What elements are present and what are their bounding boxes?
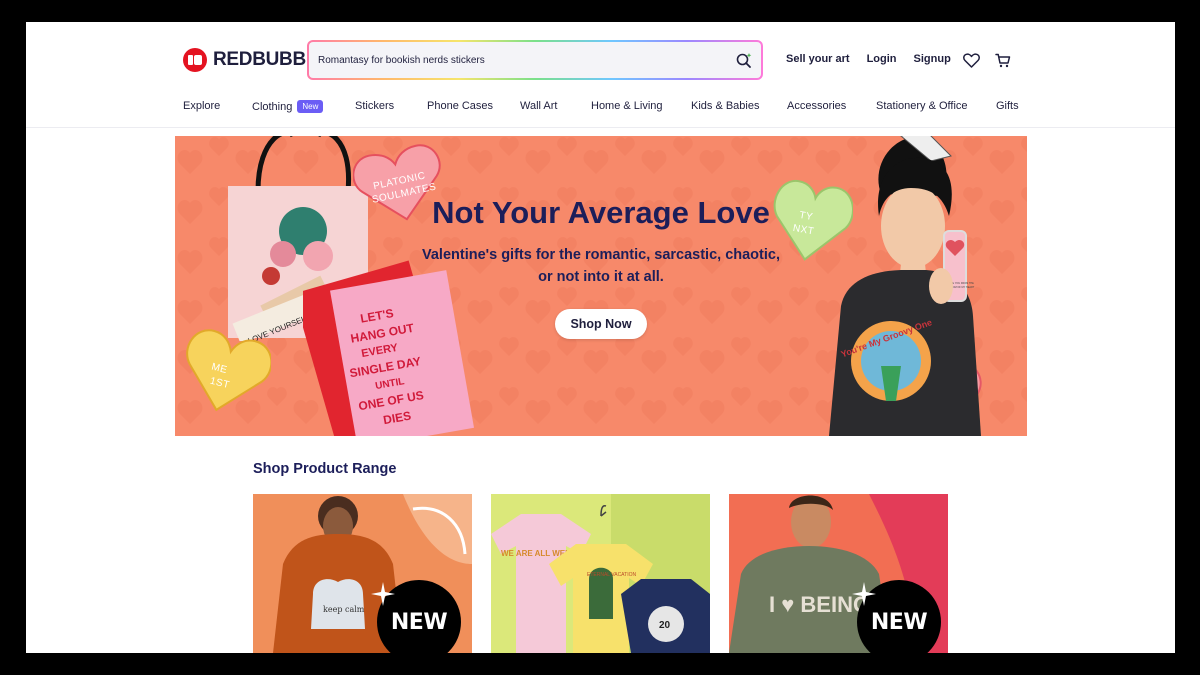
candy-heart-me-1st: ME 1ST xyxy=(186,329,271,412)
nav-item-label: Gifts xyxy=(996,100,1019,112)
nav-item-label: Explore xyxy=(183,100,221,112)
signup-link[interactable]: Signup xyxy=(914,53,951,65)
nav-item-label: Wall Art xyxy=(520,100,558,112)
nav-item-label: Accessories xyxy=(787,100,847,112)
nav-item-label: Stickers xyxy=(355,100,395,112)
tee2-print-text: ETERNAL VACATION xyxy=(587,572,636,578)
new-sticker-label: NEW xyxy=(390,609,448,635)
tee3-print-text: 20 xyxy=(659,620,671,631)
nav-item-label: Stationery & Office xyxy=(876,100,968,112)
header-links: Sell your art Login Signup xyxy=(786,53,968,65)
nav-item-label: Phone Cases xyxy=(427,100,494,112)
login-link[interactable]: Login xyxy=(867,53,897,65)
search-field-container xyxy=(309,42,761,78)
header-icons xyxy=(962,51,1012,69)
hoodie-print-text: keep calm xyxy=(323,605,365,614)
nav-item-home-living[interactable]: Home & Living xyxy=(591,100,663,112)
nav-item-label: Clothing xyxy=(252,100,293,113)
nav-item-wall-art[interactable]: Wall Art xyxy=(520,100,558,112)
section-title: Shop Product Range xyxy=(253,461,397,477)
browser-viewport: REDBUBBLE Sell your art Login Signup xyxy=(26,22,1175,653)
product-card-sweatshirt[interactable]: I ♥ BEING NEW xyxy=(729,494,948,653)
site-header: REDBUBBLE Sell your art Login Signup xyxy=(26,22,1175,128)
sparkle-icon xyxy=(852,582,876,606)
model-photo: You're My Groovy One I LOVE YOU FROM THE… xyxy=(829,136,981,436)
search-icon[interactable] xyxy=(733,49,755,71)
nav-item-clothing[interactable]: Clothing New xyxy=(252,100,324,113)
nav-item-explore[interactable]: Explore xyxy=(183,100,220,112)
nav-item-accessories[interactable]: Accessories xyxy=(787,100,846,112)
search-bar xyxy=(307,40,763,80)
shop-now-button[interactable]: Shop Now xyxy=(555,309,647,339)
logo-mark-icon xyxy=(183,48,207,72)
nav-item-stationery-office[interactable]: Stationery & Office xyxy=(876,100,968,112)
product-card-tshirts[interactable]: WE ARE ALL WEIRD ETERNAL VACATION 20 xyxy=(491,494,710,653)
sparkle-icon xyxy=(371,582,395,606)
tshirts-image: WE ARE ALL WEIRD ETERNAL VACATION 20 xyxy=(491,494,710,653)
nav-item-kids-babies[interactable]: Kids & Babies xyxy=(691,100,759,112)
category-nav: Explore Clothing New Stickers Phone Cases… xyxy=(183,100,1023,116)
search-input[interactable] xyxy=(309,42,709,78)
product-card-hoodie[interactable]: keep calm NEW xyxy=(253,494,472,653)
hero-subtitle: Valentine's gifts for the romantic, sarc… xyxy=(421,247,780,285)
heart-icon[interactable] xyxy=(962,51,980,69)
sell-your-art-link[interactable]: Sell your art xyxy=(786,53,850,65)
cart-icon[interactable] xyxy=(994,51,1012,69)
nav-item-label: Kids & Babies xyxy=(691,100,760,112)
new-badge: New xyxy=(297,100,324,113)
new-sticker-label: NEW xyxy=(870,609,928,635)
hero-banner[interactable]: LOVE YOURSELF FIRST LET'S HANG OUT EVERY… xyxy=(175,136,1027,436)
nav-item-gifts[interactable]: Gifts xyxy=(996,100,1019,112)
hero-text-block: Not Your Average Love Valentine's gifts … xyxy=(421,192,781,339)
hero-title: Not Your Average Love xyxy=(432,195,770,230)
nav-item-phone-cases[interactable]: Phone Cases xyxy=(427,100,493,112)
nav-item-label: Home & Living xyxy=(591,100,663,112)
nav-item-stickers[interactable]: Stickers xyxy=(355,100,394,112)
